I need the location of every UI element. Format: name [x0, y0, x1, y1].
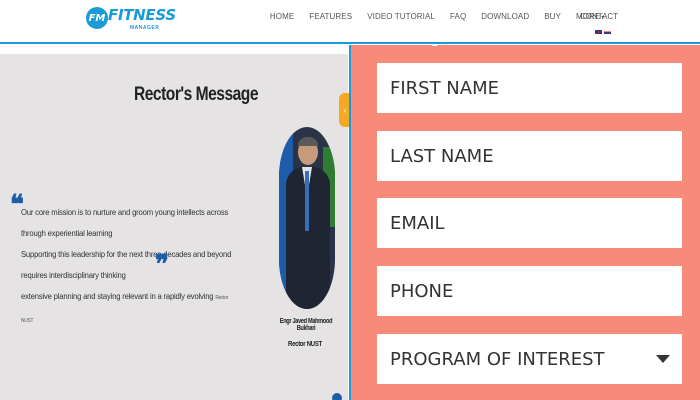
rector-message-section: Rector's Message ❝ Our core mission is t… — [0, 54, 348, 400]
last-name-input[interactable] — [377, 131, 682, 181]
panel-top-marker — [432, 44, 437, 46]
rector-message-title: Rector's Message — [134, 84, 258, 105]
nav-video-tutorial[interactable]: VIDEO TUTORIAL — [360, 12, 443, 21]
nav-buy[interactable]: BUY — [537, 12, 569, 21]
fitness-manager-logo[interactable]: FM FITNESS MANAGER — [86, 5, 176, 33]
scroll-indicator-dot[interactable] — [332, 393, 342, 400]
nav-contact[interactable]: CONTACT — [580, 12, 618, 21]
quote-line-3: extensive planning and staying relevant … — [21, 286, 237, 332]
portrait-tie — [305, 171, 309, 231]
phone-input[interactable] — [377, 266, 682, 316]
portrait-hair — [298, 137, 318, 146]
quote-close-icon: ❞ — [155, 250, 169, 280]
logo-text: FITNESS — [108, 6, 176, 24]
dropdown-arrow-icon — [656, 355, 670, 363]
rector-name: Engr Javed Mahmood Bukhari — [279, 318, 333, 332]
enquiry-form-panel: PROGRAM OF INTEREST — [349, 45, 700, 400]
urdu-flag-icon[interactable] — [604, 30, 611, 34]
email-input[interactable] — [377, 198, 682, 248]
language-switcher — [595, 30, 611, 34]
nav-download[interactable]: DOWNLOAD — [474, 12, 537, 21]
program-select-label: PROGRAM OF INTEREST — [390, 348, 605, 370]
logo-badge: FM — [86, 7, 108, 29]
rector-quote: Our core mission is to nurture and groom… — [21, 202, 237, 332]
quote-line-3-text: extensive planning and staying relevant … — [21, 292, 214, 301]
nav-faq[interactable]: FAQ — [442, 12, 473, 21]
nav-home[interactable]: HOME — [262, 12, 301, 21]
program-of-interest-select[interactable]: PROGRAM OF INTEREST — [377, 334, 682, 384]
quote-line-1: Our core mission is to nurture and groom… — [21, 208, 229, 238]
logo-subtext: MANAGER — [130, 25, 160, 31]
nav-features[interactable]: FEATURES — [302, 12, 360, 21]
english-flag-icon[interactable] — [595, 30, 602, 34]
first-name-input[interactable] — [377, 63, 682, 113]
rector-portrait — [279, 127, 335, 309]
site-header: FM FITNESS MANAGER HOME FEATURES VIDEO T… — [0, 0, 700, 44]
quote-line-2: Supporting this leadership for the next … — [21, 250, 232, 280]
rector-role: Rector NUST — [288, 341, 322, 348]
main-nav: HOME FEATURES VIDEO TUTORIAL FAQ DOWNLOA… — [262, 12, 612, 21]
